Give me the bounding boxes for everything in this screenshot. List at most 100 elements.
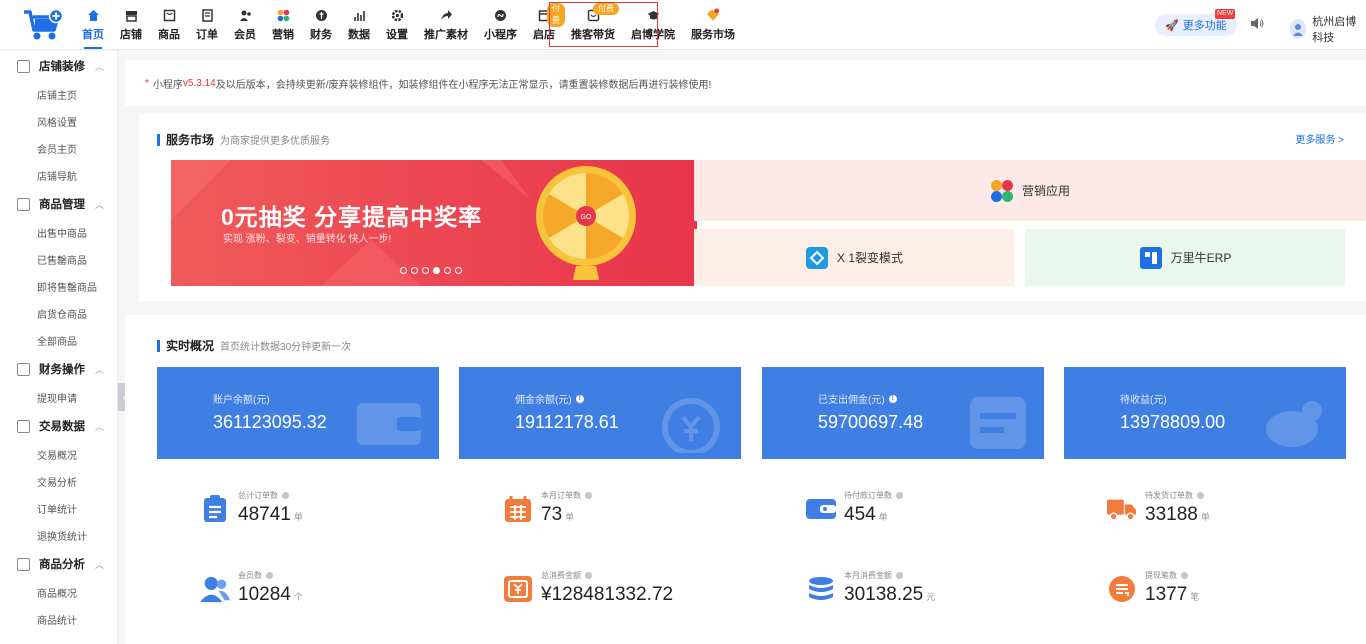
nav-marketing[interactable]: 营销 <box>264 0 302 50</box>
nav-members[interactable]: 会员 <box>226 0 264 50</box>
sidebar-item[interactable]: 全部商品 <box>0 327 117 354</box>
service-title: 服务市场 <box>166 133 215 147</box>
delivery-truck-icon <box>1107 494 1137 524</box>
sidebar-item[interactable]: 会员主页 <box>0 135 117 162</box>
sidebar-item[interactable]: 订单统计 <box>0 495 117 522</box>
stat-value: 13978809.00 <box>1120 412 1226 432</box>
metric-month-orders[interactable]: 本月订单数 73 单 <box>503 490 592 526</box>
sidebar-group-trade-data[interactable]: 交易数据 ︿ <box>0 411 117 441</box>
stat-paid-commission[interactable]: 已支出佣金(元)! 59700697.48 <box>762 367 1044 459</box>
overview-subtitle: 首页统计数据30分钟更新一次 <box>220 342 352 353</box>
carousel-dots <box>400 267 462 274</box>
sidebar-group-decoration[interactable]: 店铺装修 ︿ <box>0 51 117 81</box>
sidebar-item[interactable]: 启货仓商品 <box>0 300 117 327</box>
erp-tile[interactable]: 万里牛ERP <box>1025 229 1345 286</box>
metric-label: 本月消费金额 <box>844 570 935 581</box>
fission-mode-label: X 1裂变模式 <box>836 251 903 265</box>
metric-withdrawals[interactable]: 提现笔数 1377 笔 <box>1107 570 1199 606</box>
nav-finance[interactable]: 财务 <box>302 0 340 50</box>
card-title: 实时概况 首页统计数据30分钟更新一次 <box>157 337 351 354</box>
help-icon[interactable] <box>1181 572 1188 579</box>
metric-pending-shipment[interactable]: 待发货订单数 33188 单 <box>1107 490 1210 526</box>
metric-value: 30138.25 <box>844 584 924 605</box>
nav-service-market[interactable]: 服务市场 <box>683 0 743 50</box>
more-services-link[interactable]: 更多服务 > <box>1295 131 1344 146</box>
fission-mode-tile[interactable]: X 1裂变模式 <box>694 229 1014 286</box>
chevron-up-icon: ︿ <box>95 559 105 570</box>
metric-unit: 个 <box>293 592 303 602</box>
marketing-apps-label: 营销应用 <box>1021 184 1070 198</box>
goods-manage-icon <box>17 197 30 211</box>
cart-logo-icon[interactable] <box>22 8 66 42</box>
help-icon[interactable] <box>585 572 592 579</box>
info-icon[interactable]: ! <box>888 394 897 403</box>
marketing-apps-tile[interactable]: 营销应用 <box>694 160 1366 221</box>
nav-miniprogram[interactable]: 小程序 <box>476 0 525 50</box>
help-icon[interactable] <box>896 572 903 579</box>
sidebar-item[interactable]: 交易概况 <box>0 441 117 468</box>
nav-goods[interactable]: 商品 <box>150 0 188 50</box>
carousel-dot[interactable] <box>444 267 451 274</box>
sidebar-group-goods[interactable]: 商品管理 ︿ <box>0 189 117 219</box>
metric-total-spend[interactable]: 总消费金额 ¥128481332.72 <box>503 570 676 606</box>
metric-label-text: 待发货订单数 <box>1145 491 1193 500</box>
metric-label: 总消费金额 <box>541 570 676 581</box>
help-icon[interactable] <box>1197 492 1204 499</box>
stat-label: 已支出佣金(元)! <box>818 391 897 406</box>
stat-label-text: 账户余额(元) <box>213 395 270 406</box>
info-icon[interactable]: ! <box>575 394 584 403</box>
stat-label-text: 已支出佣金(元) <box>818 395 885 406</box>
nav-orders[interactable]: 订单 <box>188 0 226 50</box>
metric-pending-payment[interactable]: 待付款订单数 454 单 <box>806 490 903 526</box>
sidebar-group-goods-analysis[interactable]: 商品分析 ︿ <box>0 549 117 579</box>
carousel-dot[interactable] <box>455 267 462 274</box>
avatar <box>1290 19 1307 39</box>
sidebar-group-finance[interactable]: 财务操作 ︿ <box>0 354 117 384</box>
chevron-up-icon: ︿ <box>95 421 105 432</box>
service-subtitle: 为商家提供更多优质服务 <box>220 136 331 147</box>
user-menu[interactable]: 杭州启博科技 <box>1290 13 1366 45</box>
nav-settings[interactable]: 设置 <box>378 0 416 50</box>
help-icon[interactable] <box>266 572 273 579</box>
nav-home[interactable]: 首页 <box>74 0 112 50</box>
carousel-dot[interactable] <box>411 267 418 274</box>
stat-account-balance[interactable]: 账户余额(元) 361123095.32 <box>157 367 439 459</box>
nav-promo-material[interactable]: 推广素材 <box>416 0 476 50</box>
speaker-icon[interactable] <box>1250 17 1264 33</box>
help-icon[interactable] <box>585 492 592 499</box>
sidebar-item[interactable]: 即将售罄商品 <box>0 273 117 300</box>
sidebar-item[interactable]: 商品统计 <box>0 606 117 633</box>
sidebar-item[interactable]: 退换货统计 <box>0 522 117 549</box>
sidebar-item[interactable]: 已售罄商品 <box>0 246 117 273</box>
metric-members[interactable]: 会员数 10284 个 <box>200 570 303 606</box>
help-icon[interactable] <box>896 492 903 499</box>
metric-label-text: 本月订单数 <box>541 491 581 500</box>
carousel-dot[interactable] <box>400 267 407 274</box>
nav-shop[interactable]: 店铺 <box>112 0 150 50</box>
stat-pending-income[interactable]: 待收益(元) 13978809.00 <box>1064 367 1346 459</box>
metric-label: 会员数 <box>238 570 303 581</box>
gear-icon <box>390 8 404 22</box>
carousel-dot[interactable] <box>422 267 429 274</box>
nav-label: 订单 <box>196 29 218 41</box>
stat-commission-balance[interactable]: 佣金余额(元)! 19112178.61 <box>459 367 741 459</box>
sidebar-item[interactable]: 出售中商品 <box>0 219 117 246</box>
help-icon[interactable] <box>282 492 289 499</box>
banner-subtitle: 实现 涨粉、裂变、销量转化 快人一步! <box>223 234 392 245</box>
sidebar-item[interactable]: 交易分析 <box>0 468 117 495</box>
carousel-dot-active[interactable] <box>433 267 440 274</box>
title-accent <box>157 339 160 352</box>
sidebar-item[interactable]: 风格设置 <box>0 108 117 135</box>
metric-label: 本月订单数 <box>541 490 592 501</box>
nav-data[interactable]: 数据 <box>340 0 378 50</box>
metric-total-orders[interactable]: 总计订单数 48741 单 <box>200 490 303 526</box>
sidebar-item[interactable]: 店铺导航 <box>0 162 117 189</box>
sidebar-item[interactable]: 店铺主页 <box>0 81 117 108</box>
metric-label: 待付款订单数 <box>844 490 903 501</box>
sidebar-item[interactable]: 提现申请 <box>0 384 117 411</box>
sidebar-item[interactable]: 商品概况 <box>0 579 117 606</box>
metric-value: 73 <box>541 504 563 525</box>
title-accent <box>157 133 160 146</box>
metric-month-spend[interactable]: 本月消费金额 30138.25 元 <box>806 570 935 606</box>
lottery-banner[interactable]: 0元抽奖 分享提高中奖率 实现 涨粉、裂变、销量转化 快人一步! GO <box>171 160 697 286</box>
